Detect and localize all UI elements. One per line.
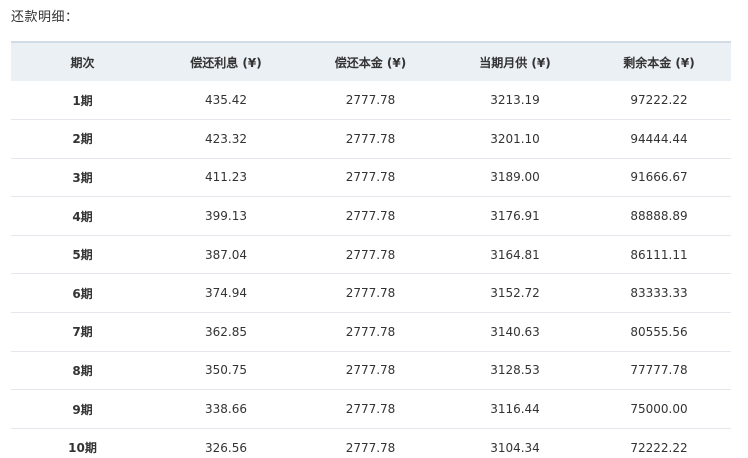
monthly-payment-cell: 3201.10 — [490, 131, 540, 146]
period-cell: 10期 — [68, 441, 97, 456]
remaining-principal-cell: 91666.67 — [630, 170, 688, 185]
remaining-principal-cell: 80555.56 — [630, 324, 688, 339]
table-row: 7期 362.85 2777.78 3140.63 80555.56 — [11, 313, 731, 352]
period-cell: 8期 — [72, 363, 93, 378]
remaining-principal-cell: 97222.22 — [630, 93, 688, 108]
principal-cell: 2777.78 — [345, 93, 396, 108]
interest-cell: 387.04 — [205, 247, 247, 262]
table-row: 6期 374.94 2777.78 3152.72 83333.33 — [11, 274, 731, 313]
table-header: 期次 偿还利息 (¥) 偿还本金 (¥) 当期月供 (¥) 剩余本金 (¥) — [11, 42, 731, 81]
principal-cell: 2777.78 — [345, 363, 396, 378]
column-header-remaining-principal: 剩余本金 (¥) — [623, 55, 695, 70]
remaining-principal-cell: 77777.78 — [630, 363, 688, 378]
principal-cell: 2777.78 — [345, 440, 396, 455]
remaining-principal-cell: 94444.44 — [630, 131, 688, 146]
table-header-row: 期次 偿还利息 (¥) 偿还本金 (¥) 当期月供 (¥) 剩余本金 (¥) — [11, 42, 731, 81]
table-row: 3期 411.23 2777.78 3189.00 91666.67 — [11, 158, 731, 197]
period-cell: 1期 — [72, 93, 93, 108]
table-row: 1期 435.42 2777.78 3213.19 97222.22 — [11, 81, 731, 120]
interest-cell: 399.13 — [205, 209, 247, 224]
interest-cell: 350.75 — [205, 363, 247, 378]
monthly-payment-cell: 3116.44 — [490, 402, 540, 417]
table-row: 2期 423.32 2777.78 3201.10 94444.44 — [11, 120, 731, 159]
principal-cell: 2777.78 — [345, 131, 396, 146]
remaining-principal-cell: 88888.89 — [630, 209, 688, 224]
column-header-monthly-payment: 当期月供 (¥) — [479, 55, 551, 70]
interest-cell: 423.32 — [205, 131, 247, 146]
monthly-payment-cell: 3140.63 — [490, 324, 540, 339]
monthly-payment-cell: 3189.00 — [490, 170, 540, 185]
principal-cell: 2777.78 — [345, 209, 396, 224]
column-header-period: 期次 — [70, 55, 95, 70]
period-cell: 4期 — [72, 209, 93, 224]
monthly-payment-cell: 3176.91 — [490, 209, 540, 224]
period-cell: 3期 — [72, 170, 93, 185]
principal-cell: 2777.78 — [345, 286, 396, 301]
section-title: 还款明细： — [11, 10, 79, 25]
monthly-payment-cell: 3164.81 — [490, 247, 540, 262]
period-cell: 2期 — [72, 132, 93, 147]
period-cell: 6期 — [72, 286, 93, 301]
table-body: 1期 435.42 2777.78 3213.19 97222.22 2期 423.32 27… — [11, 81, 731, 458]
table-row: 8期 350.75 2777.78 3128.53 77777.78 — [11, 351, 731, 390]
remaining-principal-cell: 83333.33 — [630, 286, 688, 301]
interest-cell: 411.23 — [205, 170, 247, 185]
remaining-principal-cell: 75000.00 — [630, 402, 688, 417]
period-cell: 7期 — [72, 325, 93, 340]
table-row: 9期 338.66 2777.78 3116.44 75000.00 — [11, 390, 731, 429]
interest-cell: 435.42 — [205, 93, 247, 108]
column-header-principal: 偿还本金 (¥) — [334, 55, 407, 70]
principal-cell: 2777.78 — [345, 170, 396, 185]
interest-cell: 374.94 — [205, 286, 247, 301]
monthly-payment-cell: 3104.34 — [490, 440, 540, 455]
principal-cell: 2777.78 — [345, 247, 396, 262]
table-row: 5期 387.04 2777.78 3164.81 86111.11 — [11, 235, 731, 274]
monthly-payment-cell: 3213.19 — [490, 93, 540, 108]
repayment-table: 期次 偿还利息 (¥) 偿还本金 (¥) 当期月供 (¥) 剩余本金 (¥) 1… — [11, 41, 731, 458]
principal-cell: 2777.78 — [345, 402, 396, 417]
repayment-details-page: 还款明细： 期次 偿还利息 (¥) 偿还本金 (¥) 当期月供 (¥) 剩余本金… — [0, 0, 748, 458]
interest-cell: 338.66 — [205, 402, 247, 417]
repayment-table-container: 期次 偿还利息 (¥) 偿还本金 (¥) 当期月供 (¥) 剩余本金 (¥) 1… — [11, 41, 731, 458]
remaining-principal-cell: 86111.11 — [630, 247, 688, 262]
period-cell: 9期 — [72, 402, 93, 417]
monthly-payment-cell: 3152.72 — [490, 286, 540, 301]
table-row: 4期 399.13 2777.78 3176.91 88888.89 — [11, 197, 731, 236]
principal-cell: 2777.78 — [345, 324, 396, 339]
monthly-payment-cell: 3128.53 — [490, 363, 540, 378]
period-cell: 5期 — [72, 248, 93, 263]
table-row: 10期 326.56 2777.78 3104.34 72222.22 — [11, 428, 731, 458]
interest-cell: 326.56 — [205, 440, 247, 455]
column-header-interest: 偿还利息 (¥) — [190, 55, 262, 70]
interest-cell: 362.85 — [205, 324, 247, 339]
remaining-principal-cell: 72222.22 — [630, 440, 688, 455]
